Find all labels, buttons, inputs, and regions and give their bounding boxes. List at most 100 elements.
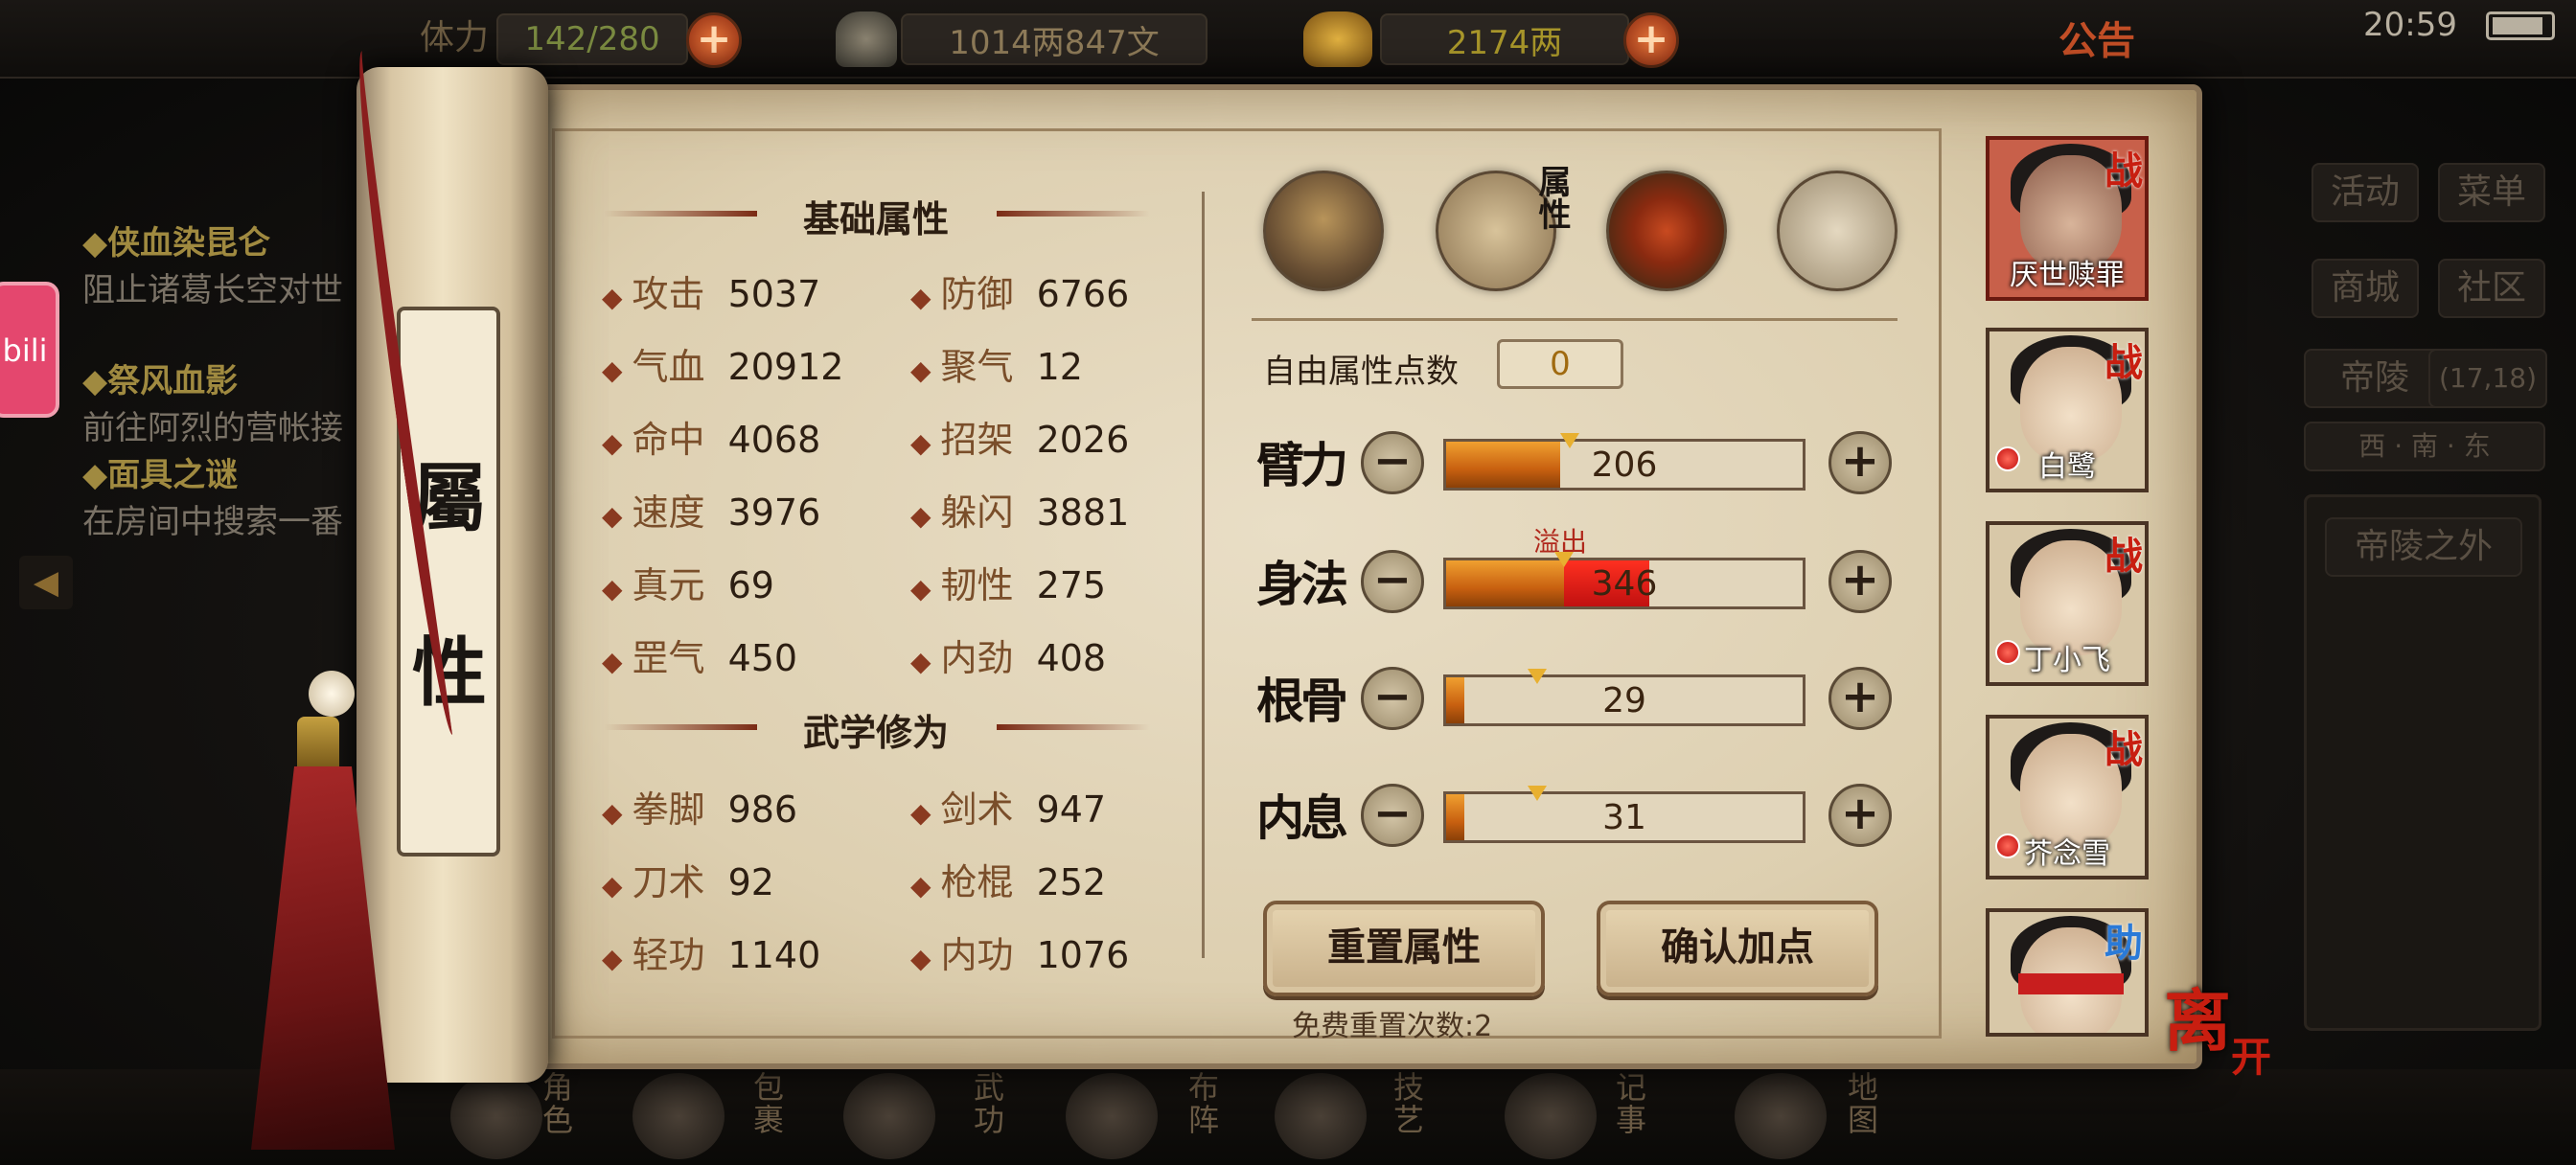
stat-qinggong: ◆ 轻功 1140 — [602, 934, 821, 976]
community-button[interactable]: 社区 — [2438, 259, 2545, 318]
stat-attack: ◆ 攻击 5037 — [602, 273, 821, 315]
silver-value: 1014两847文 — [901, 13, 1208, 65]
party-member[interactable]: 战 芥念雪 — [1986, 715, 2149, 879]
quest-desc: 在房间中搜索一番 — [82, 503, 343, 541]
activity-button[interactable]: 活动 — [2312, 163, 2419, 222]
attr-breath-name: 内息 — [1256, 789, 1348, 846]
constitution-minus-button[interactable]: − — [1361, 667, 1424, 730]
nav-skill[interactable]: 武功 — [960, 1071, 1018, 1136]
stamina-label: 体力 — [420, 18, 490, 57]
craft-nav-icon[interactable] — [1275, 1073, 1367, 1159]
formation-nav-icon[interactable] — [1066, 1073, 1158, 1159]
nav-role[interactable]: 角色 — [529, 1071, 586, 1136]
stat-sword: ◆ 剑术 947 — [910, 788, 1107, 831]
free-points-value: 0 — [1497, 339, 1623, 389]
clock: 20:59 — [2363, 6, 2457, 44]
compass-strip: 西 · 南 · 东 — [2304, 422, 2545, 471]
skill-nav-icon[interactable] — [843, 1073, 935, 1159]
nav-bag[interactable]: 包裹 — [740, 1071, 797, 1136]
attr-constitution-name: 根骨 — [1256, 673, 1348, 729]
leave-button-sub[interactable]: 开 — [2231, 1025, 2271, 1084]
breath-bar: 31 — [1443, 791, 1806, 843]
stat-parry: ◆ 招架 2026 — [910, 419, 1130, 461]
stat-tenacity: ◆ 韧性 275 — [910, 564, 1107, 606]
nav-formation[interactable]: 布阵 — [1175, 1071, 1232, 1136]
collapse-arrow-icon[interactable]: ◀ — [19, 556, 73, 609]
journal-nav-icon[interactable] — [1505, 1073, 1597, 1159]
strength-minus-button[interactable]: − — [1361, 431, 1424, 494]
party-member[interactable]: 战 厌世赎罪 — [1986, 136, 2149, 301]
gold-ingot-icon — [1303, 11, 1372, 67]
breath-plus-button[interactable]: + — [1828, 784, 1892, 847]
assist-tag: 助 — [2104, 922, 2143, 966]
location-name: 帝陵 — [2304, 349, 2448, 408]
notice-button[interactable]: 公告 — [2058, 10, 2135, 65]
party-member-name: 白鹭 — [2038, 450, 2096, 484]
bag-nav-icon[interactable] — [632, 1073, 724, 1159]
jade-bead — [309, 671, 355, 717]
strength-bar: 206 — [1443, 439, 1806, 491]
stat-neijin: ◆ 内劲 408 — [910, 637, 1107, 679]
strength-value: 206 — [1591, 445, 1658, 485]
silver-coin-icon — [836, 11, 897, 67]
reset-attributes-button[interactable]: 重置属性 — [1263, 901, 1545, 996]
stat-fist: ◆ 拳脚 986 — [602, 788, 798, 831]
stat-gather: ◆ 聚气 12 — [910, 346, 1083, 388]
nav-craft[interactable]: 技艺 — [1380, 1071, 1438, 1136]
blindfold — [2018, 973, 2124, 994]
agility-value: 346 — [1591, 564, 1658, 604]
breath-minus-button[interactable]: − — [1361, 784, 1424, 847]
battery-icon — [2486, 11, 2555, 40]
quest-item[interactable]: ◆面具之谜 在房间中搜索一番 — [82, 448, 370, 542]
nav-map[interactable]: 地图 — [1834, 1071, 1892, 1136]
stat-speed: ◆ 速度 3976 — [602, 491, 821, 534]
stat-spear: ◆ 枪棍 252 — [910, 861, 1107, 903]
shop-button[interactable]: 商城 — [2312, 259, 2419, 318]
party-member-name: 厌世赎罪 — [2010, 259, 2125, 292]
stat-hp: ◆ 气血 20912 — [602, 346, 844, 388]
stat-dodge: ◆ 躲闪 3881 — [910, 491, 1130, 534]
agility-bar: 346 — [1443, 558, 1806, 609]
stat-blade: ◆ 刀术 92 — [602, 861, 774, 903]
constitution-marker — [1528, 669, 1547, 684]
quest-item[interactable]: ◆祭风血影 前往阿烈的营帐接 — [82, 354, 370, 448]
quest-title: ◆面具之谜 — [82, 456, 239, 494]
agility-minus-button[interactable]: − — [1361, 550, 1424, 613]
breath-marker — [1528, 786, 1547, 801]
quest-desc: 阻止诸葛长空对世 — [82, 271, 343, 309]
party-member[interactable]: 战 白鹭 — [1986, 328, 2149, 492]
nav-journal[interactable]: 记事 — [1602, 1071, 1660, 1136]
stat-zhenyuan: ◆ 真元 69 — [602, 564, 774, 606]
bagua-tab-icon[interactable] — [1606, 171, 1727, 291]
quest-title: ◆侠血染昆仑 — [82, 224, 271, 263]
party-member-name: 丁小飞 — [2024, 644, 2110, 677]
agility-marker — [1554, 552, 1574, 567]
basic-attributes-title: 基础属性 — [802, 198, 949, 240]
add-gold-button[interactable]: + — [1623, 12, 1679, 68]
area-name[interactable]: 帝陵之外 — [2325, 517, 2522, 577]
party-member[interactable]: 战 丁小飞 — [1986, 521, 2149, 686]
add-stamina-button[interactable]: + — [686, 12, 742, 68]
menu-button[interactable]: 菜单 — [2438, 163, 2545, 222]
quest-item[interactable]: ◆侠血染昆仑 阻止诸葛长空对世 — [82, 217, 370, 310]
agility-plus-button[interactable]: + — [1828, 550, 1892, 613]
breath-value: 31 — [1602, 798, 1646, 837]
game-screen: 体力 142/280 + 1014两847文 2174两 + 公告 20:59 … — [0, 0, 2576, 1165]
battle-tag: 战 — [2104, 728, 2143, 772]
stamina-value: 142/280 — [496, 13, 688, 65]
bilibili-float-button[interactable]: bili — [0, 282, 59, 418]
body-tab-icon[interactable] — [1777, 171, 1898, 291]
map-nav-icon[interactable] — [1735, 1073, 1827, 1159]
confirm-points-button[interactable]: 确认加点 — [1597, 901, 1878, 996]
party-member[interactable]: 助 — [1986, 908, 2149, 1037]
strength-marker — [1560, 433, 1579, 448]
strength-plus-button[interactable]: + — [1828, 431, 1892, 494]
stat-gangqi: ◆ 罡气 450 — [602, 637, 798, 679]
attr-agility-name: 身法 — [1256, 556, 1348, 612]
quest-title: ◆祭风血影 — [82, 362, 239, 400]
hat-tab-icon[interactable] — [1263, 171, 1384, 291]
stat-defense: ◆ 防御 6766 — [910, 273, 1130, 315]
constitution-plus-button[interactable]: + — [1828, 667, 1892, 730]
panel-divider — [1202, 192, 1205, 958]
leave-button[interactable]: 离 — [2164, 968, 2231, 1064]
